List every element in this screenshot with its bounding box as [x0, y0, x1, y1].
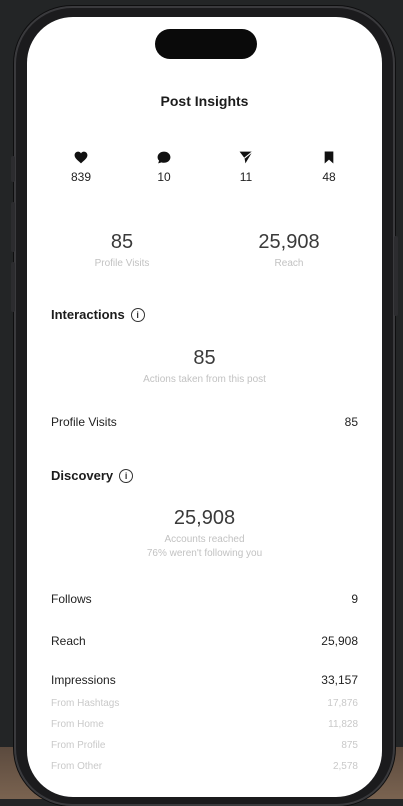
bookmark-icon	[324, 151, 334, 164]
share-icon	[239, 151, 253, 164]
reach-value: 25,908	[258, 231, 320, 253]
profile-visits-row[interactable]: Profile Visits 85	[51, 415, 358, 429]
discovery-caption: Accounts reached	[164, 534, 245, 545]
info-icon[interactable]: i	[119, 468, 134, 483]
page-title: Post Insights	[160, 93, 249, 109]
breakdown-label: From Home	[51, 719, 104, 730]
power-button	[394, 236, 398, 316]
profile-visits-value: 85	[110, 231, 134, 253]
breakdown-value: 2,578	[332, 761, 358, 772]
discovery-title: Discovery	[51, 468, 114, 483]
heart-icon	[74, 151, 88, 164]
saves-count: 48	[322, 170, 336, 184]
phone-screen: Post Insights 839 10 11 48 85 Profile Vi…	[27, 17, 382, 797]
dynamic-island	[155, 29, 257, 59]
breakdown-value: 17,876	[327, 698, 358, 709]
likes-stat: 839	[51, 151, 111, 184]
follows-label: Follows	[51, 592, 92, 606]
discovery-caption-secondary: 76% weren't following you	[146, 548, 263, 559]
profile-visits-row-value: 85	[344, 415, 358, 429]
profile-visits-label: Profile Visits	[94, 258, 150, 269]
info-icon[interactable]: i	[130, 307, 145, 322]
mute-switch	[11, 156, 15, 182]
interactions-total-block: 85 Actions taken from this post	[27, 347, 382, 385]
discovery-total: 25,908	[173, 507, 236, 529]
reach-summary: 25,908 Reach	[227, 231, 351, 269]
reach-row-value: 25,908	[321, 634, 358, 648]
volume-down-button	[11, 262, 15, 312]
breakdown-row: From Other 2,578	[51, 761, 358, 772]
impressions-row[interactable]: Impressions 33,157	[51, 673, 358, 687]
follows-value: 9	[351, 592, 358, 606]
shares-stat: 11	[216, 151, 276, 184]
profile-visits-row-label: Profile Visits	[51, 415, 117, 429]
interactions-total: 85	[193, 347, 216, 369]
impressions-value: 33,157	[321, 673, 358, 687]
interactions-title: Interactions	[51, 307, 125, 322]
likes-count: 839	[70, 170, 92, 184]
breakdown-value: 875	[341, 740, 358, 751]
profile-visits-summary: 85 Profile Visits	[65, 231, 179, 269]
discovery-heading: Discovery i	[51, 468, 134, 483]
impressions-label: Impressions	[51, 673, 116, 687]
comments-stat: 10	[134, 151, 194, 184]
breakdown-label: From Other	[51, 761, 103, 772]
breakdown-label: From Hashtags	[51, 698, 120, 709]
reach-label: Reach	[274, 258, 304, 269]
comment-icon	[157, 151, 171, 164]
reach-row-label: Reach	[51, 634, 86, 648]
comments-count: 10	[157, 170, 171, 184]
saves-stat: 48	[299, 151, 359, 184]
shares-count: 11	[239, 170, 253, 184]
breakdown-label: From Profile	[51, 740, 106, 751]
breakdown-row: From Home 11,828	[51, 719, 358, 730]
breakdown-value: 11,828	[328, 719, 358, 730]
breakdown-row: From Profile 875	[51, 740, 358, 751]
follows-row[interactable]: Follows 9	[51, 592, 358, 606]
discovery-total-block: 25,908 Accounts reached 76% weren't foll…	[27, 507, 382, 559]
reach-row[interactable]: Reach 25,908	[51, 634, 358, 648]
volume-up-button	[11, 202, 15, 252]
interactions-heading: Interactions i	[51, 307, 145, 322]
interactions-caption: Actions taken from this post	[143, 374, 266, 385]
breakdown-row: From Hashtags 17,876	[51, 698, 358, 709]
